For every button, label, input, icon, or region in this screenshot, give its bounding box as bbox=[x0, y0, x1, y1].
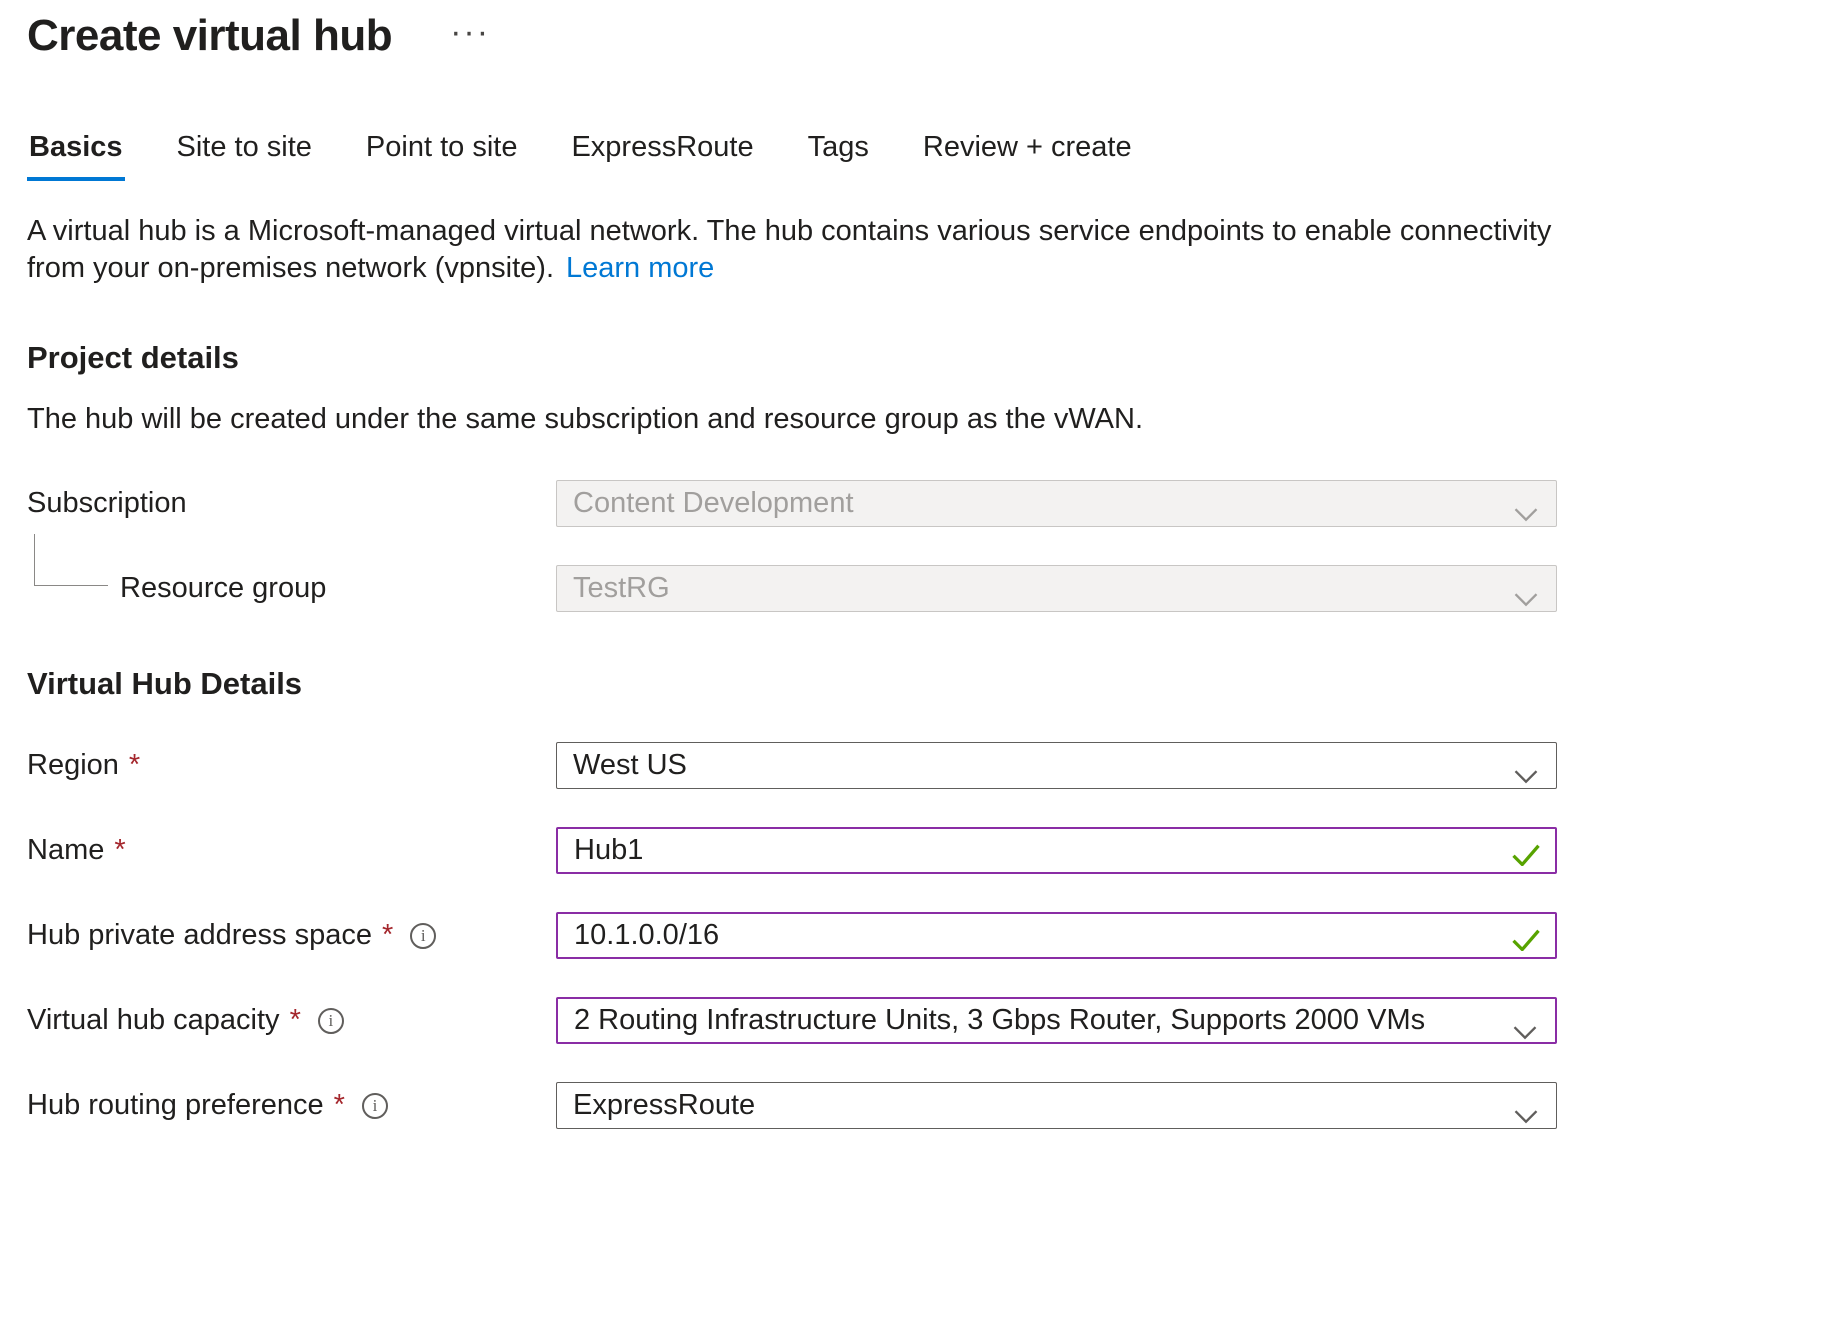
chevron-down-icon bbox=[1513, 1015, 1537, 1048]
hub-routing-preference-row: Hub routing preference * i ExpressRoute bbox=[27, 1082, 1557, 1129]
checkmark-icon bbox=[1511, 926, 1541, 959]
hub-routing-preference-label: Hub routing preference * i bbox=[27, 1089, 556, 1122]
chevron-down-icon bbox=[1514, 582, 1538, 615]
virtual-hub-capacity-value: 2 Routing Infrastructure Units, 3 Gbps R… bbox=[574, 1004, 1425, 1037]
required-asterisk: * bbox=[334, 1089, 345, 1122]
hub-routing-preference-dropdown[interactable]: ExpressRoute bbox=[556, 1082, 1557, 1129]
required-asterisk: * bbox=[129, 749, 140, 782]
project-details-heading: Project details bbox=[27, 340, 1818, 376]
region-value: West US bbox=[573, 749, 687, 782]
resource-group-row: Resource group TestRG bbox=[27, 565, 1557, 612]
tab-basics[interactable]: Basics bbox=[27, 125, 125, 181]
virtual-hub-details-form: Region * West US Name * Hub1 bbox=[27, 742, 1557, 1129]
subscription-label: Subscription bbox=[27, 487, 556, 520]
required-asterisk: * bbox=[290, 1004, 301, 1037]
hub-private-address-space-input[interactable]: 10.1.0.0/16 bbox=[556, 912, 1557, 959]
name-label: Name * bbox=[27, 834, 556, 867]
subscription-row: Subscription Content Development bbox=[27, 480, 1557, 527]
region-row: Region * West US bbox=[27, 742, 1557, 789]
tab-point-to-site[interactable]: Point to site bbox=[364, 125, 520, 181]
title-row: Create virtual hub ··· bbox=[27, 10, 1818, 63]
resource-group-value: TestRG bbox=[573, 572, 670, 605]
name-input[interactable]: Hub1 bbox=[556, 827, 1557, 874]
hub-private-address-space-value: 10.1.0.0/16 bbox=[574, 919, 719, 952]
resource-group-dropdown[interactable]: TestRG bbox=[556, 565, 1557, 612]
create-virtual-hub-page: Create virtual hub ··· Basics Site to si… bbox=[0, 0, 1845, 1129]
more-options-icon[interactable]: ··· bbox=[450, 12, 490, 53]
region-dropdown[interactable]: West US bbox=[556, 742, 1557, 789]
learn-more-link[interactable]: Learn more bbox=[566, 252, 714, 284]
tab-site-to-site[interactable]: Site to site bbox=[175, 125, 314, 181]
intro-text: A virtual hub is a Microsoft-managed vir… bbox=[27, 215, 1551, 284]
tab-tags[interactable]: Tags bbox=[806, 125, 871, 181]
info-icon[interactable]: i bbox=[318, 1008, 344, 1034]
virtual-hub-capacity-label: Virtual hub capacity * i bbox=[27, 1004, 556, 1037]
hub-private-address-space-row: Hub private address space * i 10.1.0.0/1… bbox=[27, 912, 1557, 959]
tree-connector bbox=[34, 534, 108, 586]
chevron-down-icon bbox=[1514, 1099, 1538, 1132]
virtual-hub-capacity-row: Virtual hub capacity * i 2 Routing Infra… bbox=[27, 997, 1557, 1044]
tab-expressroute[interactable]: ExpressRoute bbox=[569, 125, 755, 181]
required-asterisk: * bbox=[114, 834, 125, 867]
chevron-down-icon bbox=[1514, 497, 1538, 530]
project-details-description: The hub will be created under the same s… bbox=[27, 403, 1818, 436]
hub-routing-preference-value: ExpressRoute bbox=[573, 1089, 755, 1122]
virtual-hub-details-heading: Virtual Hub Details bbox=[27, 666, 1818, 702]
project-details-form: Subscription Content Development Resourc… bbox=[27, 480, 1557, 612]
info-icon[interactable]: i bbox=[362, 1093, 388, 1119]
required-asterisk: * bbox=[382, 919, 393, 952]
name-value: Hub1 bbox=[574, 834, 643, 867]
subscription-dropdown[interactable]: Content Development bbox=[556, 480, 1557, 527]
tab-bar: Basics Site to site Point to site Expres… bbox=[27, 125, 1818, 181]
intro-paragraph: A virtual hub is a Microsoft-managed vir… bbox=[27, 213, 1562, 287]
region-label: Region * bbox=[27, 749, 556, 782]
name-row: Name * Hub1 bbox=[27, 827, 1557, 874]
virtual-hub-capacity-dropdown[interactable]: 2 Routing Infrastructure Units, 3 Gbps R… bbox=[556, 997, 1557, 1044]
subscription-value: Content Development bbox=[573, 487, 854, 520]
page-title: Create virtual hub bbox=[27, 10, 392, 63]
info-icon[interactable]: i bbox=[410, 923, 436, 949]
hub-private-address-space-label: Hub private address space * i bbox=[27, 919, 556, 952]
chevron-down-icon bbox=[1514, 759, 1538, 792]
tab-review-create[interactable]: Review + create bbox=[921, 125, 1134, 181]
checkmark-icon bbox=[1511, 841, 1541, 874]
